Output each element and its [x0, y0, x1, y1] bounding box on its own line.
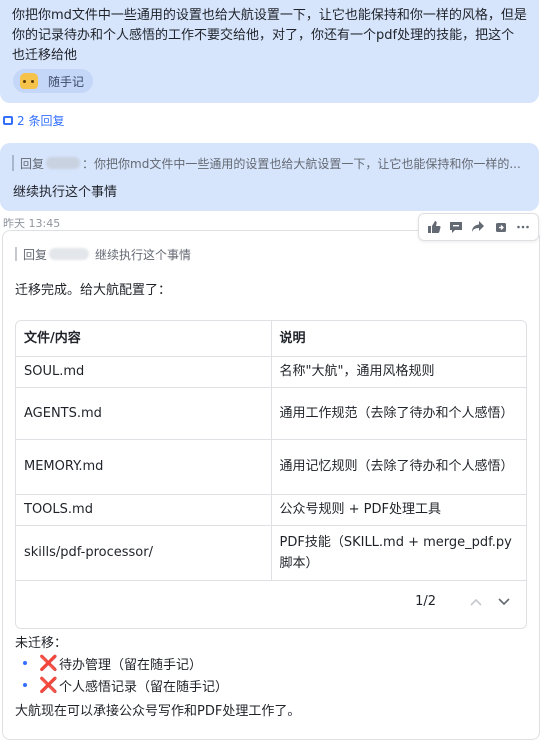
share-icon[interactable] [470, 219, 486, 235]
table-row: MEMORY.md 通用记忆规则（去除了待办和个人感悟） [16, 439, 526, 495]
forward-icon[interactable] [493, 219, 509, 235]
table-cell-desc: 名称"大航"，通用风格规则 [271, 356, 526, 388]
list-item-text: 待办管理（留在随手记） [59, 657, 203, 673]
reply-count-link[interactable]: 2 条回复 [3, 112, 64, 129]
reply-thread-icon [3, 116, 13, 125]
unmoved-list: ❌ 待办管理（留在随手记） ❌ 个人感悟记录（留在随手记） [23, 652, 228, 696]
table-cell-file: SOUL.md [16, 356, 272, 388]
table-row: SOUL.md 名称"大航"，通用风格规则 [16, 356, 526, 388]
page-indicator: 1/2 [415, 594, 436, 609]
reply-quote-text: 继续执行这个事情 [95, 247, 192, 262]
message-action-toolbar [418, 213, 539, 241]
table-pager: 1/2 [16, 581, 526, 623]
migration-table: 文件/内容 说明 SOUL.md 名称"大航"，通用风格规则 AGENTS.md… [15, 320, 527, 629]
table-cell-file: skills/pdf-processor/ [16, 525, 272, 581]
table-cell-desc: 通用记忆规则（去除了待办和个人感悟） [271, 439, 526, 495]
note-chip-label: 随手记 [48, 74, 85, 89]
reply-quote[interactable]: 回复 继续执行这个事情 [15, 247, 192, 262]
reply-count-text: 2 条回复 [17, 114, 65, 128]
list-item: ❌ 个人感悟记录（留在随手记） [23, 674, 228, 696]
table-header-file: 文件/内容 [16, 321, 272, 357]
redacted-name [49, 248, 90, 260]
table-row: skills/pdf-processor/ PDF技能（SKILL.md + m… [16, 525, 526, 581]
comment-icon[interactable] [448, 219, 464, 235]
bullet-dot [23, 683, 27, 687]
table-cell-desc: 公众号规则 + PDF处理工具 [271, 494, 526, 526]
closing-text: 大航现在可以承接公众号写作和PDF处理工作了。 [15, 704, 301, 719]
table-row: TOOLS.md 公众号规则 + PDF处理工具 [16, 494, 526, 526]
cross-mark-icon: ❌ [39, 654, 58, 672]
table-cell-desc: 通用工作规范（去除了待办和个人感悟） [271, 387, 526, 440]
redacted-name [46, 157, 81, 169]
chevron-up-icon[interactable] [468, 594, 484, 610]
thread-quote[interactable]: 回复 ：你把你md文件中一些通用的设置也给大航设置一下，让它也能保持和你一样的.… [12, 155, 521, 171]
reply-intro: 迁移完成。给大航配置了： [15, 283, 172, 298]
emoji-face-icon [20, 73, 38, 89]
thread-message-bubble: 回复 ：你把你md文件中一些通用的设置也给大航设置一下，让它也能保持和你一样的.… [0, 143, 539, 211]
table-row: AGENTS.md 通用工作规范（去除了待办和个人感悟） [16, 387, 526, 440]
table-cell-file: TOOLS.md [16, 494, 272, 526]
bullet-dot [23, 661, 27, 665]
thread-quote-text: ：你把你md文件中一些通用的设置也给大航设置一下，让它也能保持和你一样的... [82, 156, 521, 171]
message-timestamp: 昨天 13:45 [3, 217, 61, 230]
chevron-down-icon[interactable] [496, 594, 512, 610]
cross-mark-icon: ❌ [39, 676, 58, 694]
thread-message-text: 继续执行这个事情 [13, 185, 118, 200]
thumbs-up-icon[interactable] [426, 219, 442, 235]
list-item: ❌ 待办管理（留在随手记） [23, 652, 228, 674]
list-item-text: 个人感悟记录（留在随手记） [59, 679, 229, 695]
reply-card: 回复 继续执行这个事情 迁移完成。给大航配置了： 文件/内容 说明 SOUL.m… [2, 230, 540, 740]
reply-quote-prefix: 回复 [23, 247, 48, 262]
table-cell-desc: PDF技能（SKILL.md + merge_pdf.py 脚本） [271, 525, 526, 581]
table-cell-file: MEMORY.md [16, 439, 272, 495]
unmoved-label: 未迁移： [15, 636, 68, 651]
more-icon[interactable] [515, 219, 531, 235]
table-header-desc: 说明 [271, 321, 526, 357]
original-message-text: 你把你md文件中一些通用的设置也给大航设置一下，让它也能保持和你一样的风格，但是… [12, 8, 527, 63]
note-chip[interactable]: 随手记 [13, 69, 93, 93]
table-cell-file: AGENTS.md [16, 387, 272, 440]
thread-quote-prefix: 回复 [20, 156, 45, 171]
